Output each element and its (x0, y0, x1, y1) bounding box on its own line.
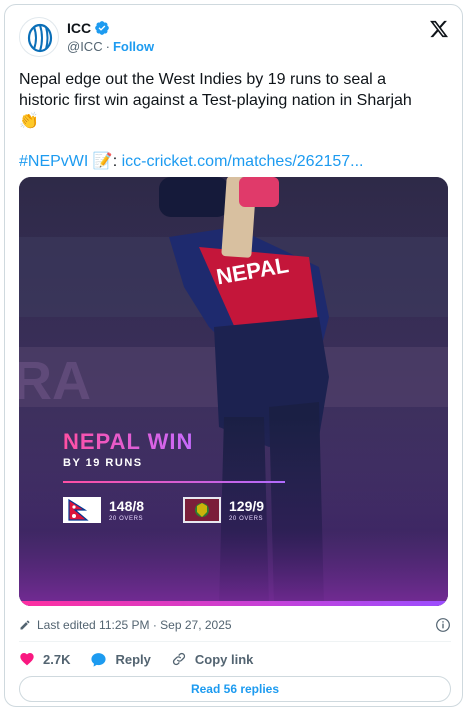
west-indies-flag-icon (183, 497, 221, 523)
hashtag-line: #NEPvWI 📝: icc-cricket.com/matches/26215… (19, 151, 364, 172)
copy-link-button[interactable]: Copy link (171, 651, 254, 667)
icc-logo-icon (27, 23, 53, 53)
memo-emoji-icon: 📝 (92, 153, 113, 170)
last-edited-text[interactable]: Last edited 11:25 PM · Sep 27, 2025 (37, 618, 232, 632)
nepal-overs: 20 OVERS (109, 516, 144, 522)
west-indies-score: 129/9 (229, 498, 265, 514)
name-row: ICC (67, 19, 110, 37)
tweet-header: ICC @ICC · Follow (19, 15, 449, 59)
x-logo-icon[interactable] (429, 19, 449, 39)
reply-label: Reply (115, 651, 151, 667)
tweet-media-image[interactable]: RA NEPAL NEPAL WIN BY 19 RUNS 148/8 20 O… (19, 177, 448, 606)
tweet-text: Nepal edge out the West Indies by 19 run… (19, 69, 451, 132)
batter-illustration: RA NEPAL (19, 177, 448, 606)
pencil-icon (20, 620, 30, 630)
media-accent-strip (19, 601, 448, 606)
tweet-card: ICC @ICC · Follow Nepal edge out the Wes… (4, 4, 463, 707)
west-indies-overs: 20 OVERS (229, 516, 264, 522)
divider (63, 481, 285, 483)
action-bar: 2.7K Reply Copy link (19, 649, 273, 669)
tweet-line-2: historic first win against a Test-playin… (19, 92, 412, 109)
divider-line (19, 641, 451, 642)
nepal-score: 148/8 (109, 498, 145, 514)
avatar[interactable] (19, 17, 59, 57)
match-link[interactable]: icc-cricket.com/matches/262157... (122, 153, 364, 170)
link-icon (172, 652, 185, 666)
info-icon[interactable] (435, 617, 451, 633)
tweet-line-1: Nepal edge out the West Indies by 19 run… (19, 71, 387, 88)
headline: NEPAL WIN (63, 429, 194, 454)
reply-button[interactable]: Reply (90, 651, 151, 668)
account-name[interactable]: ICC (67, 20, 91, 36)
colon: : (112, 153, 118, 170)
handle-row: @ICC · Follow (67, 39, 154, 54)
follow-button[interactable]: Follow (113, 39, 154, 54)
read-replies-button[interactable]: Read 56 replies (19, 676, 451, 702)
separator: · (105, 39, 110, 54)
like-button[interactable]: 2.7K (19, 651, 70, 667)
account-handle[interactable]: @ICC (67, 39, 103, 54)
like-count: 2.7K (43, 651, 71, 667)
edited-info: Last edited 11:25 PM · Sep 27, 2025 (19, 615, 451, 635)
margin-text: BY 19 RUNS (63, 457, 143, 469)
reply-bubble-icon (91, 652, 107, 667)
svg-text:RA: RA (19, 351, 91, 411)
nepal-flag-icon (63, 497, 101, 523)
verified-badge-icon (95, 21, 109, 35)
copy-link-label: Copy link (194, 651, 254, 667)
clap-emoji-icon: 👏 (19, 113, 39, 130)
heart-icon (20, 653, 34, 666)
hashtag-link[interactable]: #NEPvWI (19, 153, 88, 170)
